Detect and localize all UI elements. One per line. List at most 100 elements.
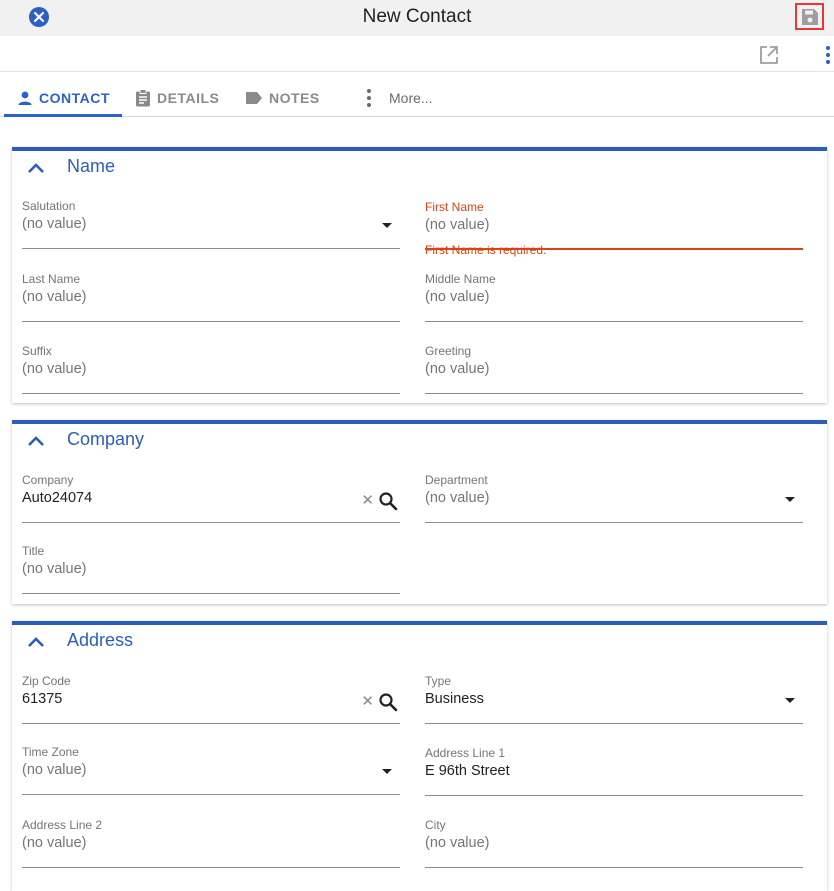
address-type-select[interactable]: Type Business xyxy=(425,674,803,724)
field-value: (no value) xyxy=(425,217,490,233)
field-underline xyxy=(22,393,400,394)
dropdown-arrow-icon[interactable] xyxy=(382,223,392,228)
tab-bar: CONTACT DETAILS NOTES More... xyxy=(0,80,834,117)
field-value: (no value) xyxy=(22,835,87,851)
salutation-select[interactable]: Salutation (no value) xyxy=(22,199,400,249)
field-label: City xyxy=(425,818,446,832)
company-section: Company Company Auto24074 ✕ Department (… xyxy=(12,420,827,604)
field-label: Salutation xyxy=(22,199,76,213)
first-name-error: First Name is required. xyxy=(425,243,547,257)
active-tab-indicator xyxy=(4,114,122,117)
time-zone-select[interactable]: Time Zone (no value) xyxy=(22,745,400,795)
field-label: Title xyxy=(22,544,45,558)
field-value: (no value) xyxy=(22,289,87,305)
field-underline xyxy=(425,723,803,724)
page-title: New Contact xyxy=(362,6,472,27)
field-value: Business xyxy=(425,691,484,707)
close-icon[interactable] xyxy=(28,6,50,28)
field-underline xyxy=(22,593,400,594)
company-lookup-field[interactable]: Company Auto24074 ✕ xyxy=(22,473,400,523)
field-underline xyxy=(22,723,400,724)
field-underline xyxy=(425,321,803,322)
field-value: (no value) xyxy=(22,762,87,778)
field-underline xyxy=(22,522,400,523)
chevron-up-icon[interactable] xyxy=(27,162,45,174)
section-header[interactable]: Company xyxy=(12,424,827,456)
section-header[interactable]: Name xyxy=(12,151,827,183)
department-select[interactable]: Department (no value) xyxy=(425,473,803,523)
dropdown-arrow-icon[interactable] xyxy=(785,698,795,703)
save-button[interactable] xyxy=(795,3,824,30)
field-value: (no value) xyxy=(22,361,87,377)
address-section: Address Zip Code 61375 ✕ Type Business T… xyxy=(12,621,827,891)
chevron-up-icon[interactable] xyxy=(27,435,45,447)
dropdown-arrow-icon[interactable] xyxy=(382,769,392,774)
tab-label: DETAILS xyxy=(157,90,220,106)
field-label: Address Line 2 xyxy=(22,818,103,832)
search-icon[interactable] xyxy=(378,491,398,511)
title-field[interactable]: Title (no value) xyxy=(22,544,400,594)
field-label: First Name xyxy=(425,200,484,214)
open-in-new-icon[interactable] xyxy=(759,45,779,65)
more-vert-icon[interactable] xyxy=(820,45,834,65)
middle-name-field[interactable]: Middle Name (no value) xyxy=(425,272,803,322)
tab-label: CONTACT xyxy=(39,90,110,106)
clear-icon[interactable]: ✕ xyxy=(361,692,374,710)
chevron-up-icon[interactable] xyxy=(27,636,45,648)
field-underline xyxy=(22,248,400,249)
field-value: (no value) xyxy=(22,561,87,577)
field-label: Department xyxy=(425,473,488,487)
field-underline xyxy=(425,393,803,394)
tab-label: More... xyxy=(389,90,433,106)
field-value: E 96th Street xyxy=(425,763,510,779)
field-value: (no value) xyxy=(425,361,490,377)
section-title: Name xyxy=(67,156,116,176)
tab-contact[interactable]: CONTACT xyxy=(17,80,110,116)
clipboard-icon xyxy=(136,89,150,107)
field-label: Zip Code xyxy=(22,674,71,688)
search-icon[interactable] xyxy=(378,692,398,712)
zip-code-lookup-field[interactable]: Zip Code 61375 ✕ xyxy=(22,674,400,724)
field-label: Company xyxy=(22,473,74,487)
section-header[interactable]: Address xyxy=(12,625,827,657)
name-section: Name Salutation (no value) First Name (n… xyxy=(12,147,827,403)
field-value: (no value) xyxy=(425,835,490,851)
greeting-field[interactable]: Greeting (no value) xyxy=(425,344,803,394)
field-underline xyxy=(425,795,803,796)
dropdown-arrow-icon[interactable] xyxy=(785,497,795,502)
field-value: Auto24074 xyxy=(22,490,93,506)
field-underline xyxy=(22,321,400,322)
field-label: Time Zone xyxy=(22,745,79,759)
tab-more[interactable]: More... xyxy=(362,80,433,116)
field-label: Address Line 1 xyxy=(425,746,506,760)
title-bar: New Contact xyxy=(0,0,834,36)
save-icon xyxy=(801,8,818,25)
person-icon xyxy=(18,91,32,105)
label-icon xyxy=(246,92,262,104)
address-line-1-field[interactable]: Address Line 1 E 96th Street xyxy=(425,746,803,796)
tab-label: NOTES xyxy=(269,90,320,106)
field-underline xyxy=(425,522,803,523)
field-value: (no value) xyxy=(425,289,490,305)
field-label: Middle Name xyxy=(425,272,496,286)
tab-notes[interactable]: NOTES xyxy=(245,80,320,116)
more-vert-icon xyxy=(367,89,371,107)
field-label: Last Name xyxy=(22,272,81,286)
field-value: 61375 xyxy=(22,691,63,707)
tab-details[interactable]: DETAILS xyxy=(135,80,219,116)
field-value: (no value) xyxy=(22,216,87,232)
field-label: Greeting xyxy=(425,344,472,358)
last-name-field[interactable]: Last Name (no value) xyxy=(22,272,400,322)
secondary-toolbar xyxy=(0,36,834,72)
suffix-field[interactable]: Suffix (no value) xyxy=(22,344,400,394)
field-value: (no value) xyxy=(425,490,490,506)
field-underline xyxy=(22,867,400,868)
field-label: Type xyxy=(425,674,452,688)
address-line-2-field[interactable]: Address Line 2 (no value) xyxy=(22,818,400,868)
section-title: Company xyxy=(67,429,145,449)
field-underline xyxy=(425,867,803,868)
city-field[interactable]: City (no value) xyxy=(425,818,803,868)
clear-icon[interactable]: ✕ xyxy=(361,491,374,509)
field-underline xyxy=(22,794,400,795)
section-title: Address xyxy=(67,630,134,650)
